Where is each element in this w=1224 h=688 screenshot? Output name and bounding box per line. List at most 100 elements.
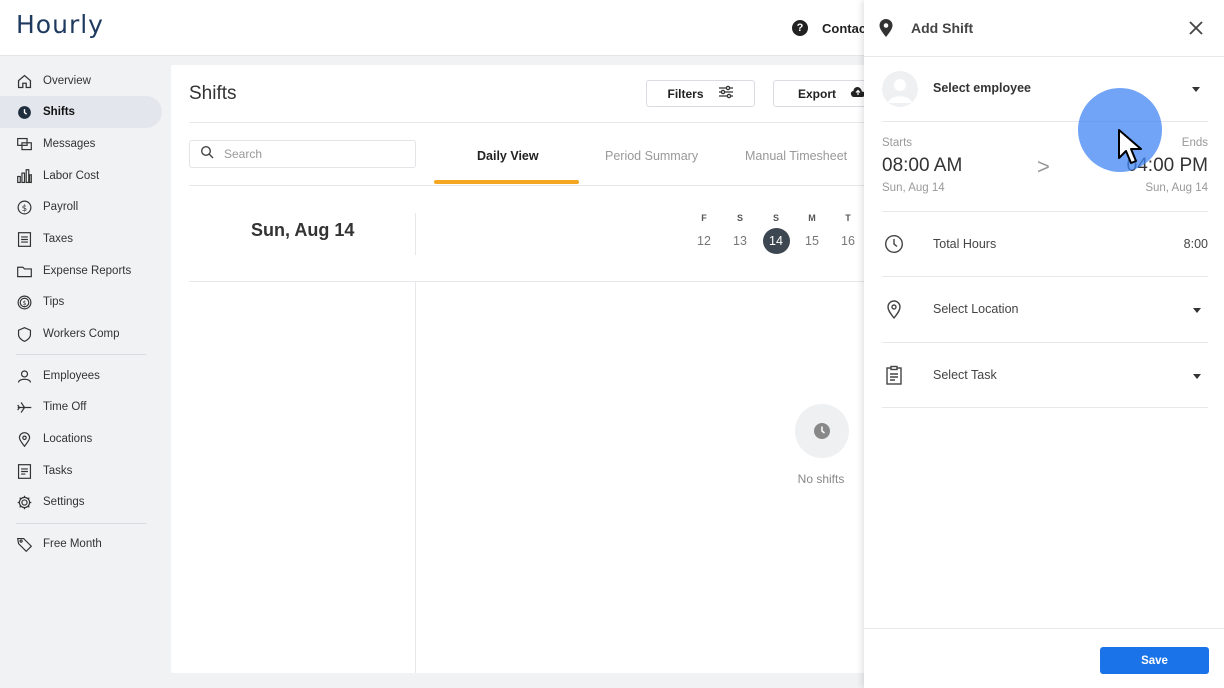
- sidebar-item-label: Messages: [43, 138, 96, 150]
- tabs-divider: [189, 185, 871, 186]
- sidebar-item-settings[interactable]: Settings: [0, 486, 162, 518]
- sliders-icon: [718, 85, 734, 102]
- chevron-down-icon: [1192, 87, 1200, 92]
- day-of-week: T: [845, 213, 851, 223]
- shifts-card: Shifts Filters Export Daily View Period …: [171, 65, 873, 673]
- sidebar-item-label: Locations: [43, 433, 93, 445]
- sidebar-item-expense-reports[interactable]: Expense Reports: [0, 255, 162, 287]
- task-select-label: Select Task: [933, 368, 997, 382]
- row-divider: [882, 407, 1208, 408]
- day-picker-item[interactable]: F 12: [690, 213, 718, 254]
- clipboard-icon: [884, 365, 904, 385]
- tab-daily-view[interactable]: Daily View: [477, 149, 539, 163]
- search-box[interactable]: [189, 140, 416, 168]
- sidebar-item-label: Time Off: [43, 401, 87, 413]
- date-separator: [415, 213, 416, 255]
- panel-header-divider: [864, 56, 1224, 57]
- sidebar-item-locations[interactable]: Locations: [0, 423, 162, 455]
- export-button[interactable]: Export: [773, 80, 873, 107]
- row-divider: [882, 342, 1208, 343]
- tab-manual-timesheet[interactable]: Manual Timesheet: [745, 149, 847, 163]
- sidebar-item-messages[interactable]: Messages: [0, 128, 162, 160]
- sidebar-item-labor-cost[interactable]: Labor Cost: [0, 160, 162, 192]
- search-icon: [200, 145, 214, 164]
- sidebar-item-label: Payroll: [43, 201, 79, 213]
- page-title: Shifts: [189, 83, 237, 104]
- mouse-cursor-icon: [1117, 128, 1143, 173]
- location-pin-icon: [884, 299, 904, 320]
- svg-text:$: $: [22, 203, 27, 213]
- column-separator: [415, 282, 416, 673]
- chevron-down-icon: [1193, 374, 1201, 379]
- day-picker-item[interactable]: T 16: [834, 213, 862, 254]
- sidebar-item-workers-comp[interactable]: Workers Comp: [0, 318, 162, 350]
- total-hours-value: 8:00: [1183, 237, 1208, 251]
- sidebar-item-label: Settings: [43, 496, 85, 508]
- sidebar-item-label: Taxes: [43, 233, 74, 245]
- total-hours-label: Total Hours: [933, 237, 997, 251]
- sidebar-item-label: Labor Cost: [43, 170, 100, 182]
- ends-label: Ends: [1181, 137, 1208, 149]
- folder-icon: [16, 263, 33, 280]
- day-number: 14: [762, 228, 790, 254]
- day-number: 12: [697, 234, 711, 248]
- chevron-down-icon: [1193, 308, 1201, 313]
- export-label: Export: [798, 86, 837, 101]
- day-number: 13: [733, 234, 747, 248]
- footer-divider: [864, 628, 1224, 629]
- row-divider: [882, 276, 1208, 277]
- document-icon: [16, 231, 33, 248]
- coin-icon: $: [16, 294, 33, 311]
- sidebar-item-label: Workers Comp: [43, 328, 120, 340]
- sidebar-item-label: Free Month: [43, 538, 102, 550]
- close-icon[interactable]: [1187, 19, 1205, 37]
- day-of-week: F: [701, 213, 707, 223]
- location-pin-icon: [878, 18, 894, 43]
- day-of-week: S: [772, 213, 779, 223]
- avatar: [882, 71, 918, 107]
- start-date[interactable]: Sun, Aug 14: [882, 182, 945, 194]
- tab-period-summary[interactable]: Period Summary: [605, 149, 698, 163]
- start-time[interactable]: 08:00 AM: [882, 155, 962, 177]
- day-of-week: S: [736, 213, 743, 223]
- day-number: 16: [841, 234, 855, 248]
- active-tab-indicator: [434, 180, 579, 184]
- day-picker-item-selected[interactable]: S 14: [762, 213, 790, 254]
- save-button[interactable]: Save: [1100, 647, 1209, 674]
- sidebar-item-tasks[interactable]: Tasks: [0, 455, 162, 487]
- svg-text:$: $: [23, 300, 27, 307]
- sidebar-divider: [16, 354, 146, 355]
- sidebar-item-tips[interactable]: $ Tips: [0, 286, 162, 318]
- end-date[interactable]: Sun, Aug 14: [1145, 182, 1208, 194]
- sidebar: Overview Shifts Messages Labor Cost $ Pa…: [0, 57, 170, 688]
- contact-link[interactable]: ? Contact: [792, 20, 870, 36]
- app-logo[interactable]: Hourly: [16, 10, 104, 39]
- panel-title: Add Shift: [911, 20, 974, 36]
- sidebar-item-shifts[interactable]: Shifts: [0, 96, 162, 128]
- filters-button[interactable]: Filters: [646, 80, 755, 107]
- sidebar-item-taxes[interactable]: Taxes: [0, 223, 162, 255]
- sidebar-item-label: Employees: [43, 370, 100, 382]
- messages-icon: [16, 136, 33, 153]
- clock-icon: [884, 234, 904, 254]
- sidebar-item-payroll[interactable]: $ Payroll: [0, 191, 162, 223]
- empty-state-clock-icon: [795, 404, 849, 458]
- day-picker-item[interactable]: M 15: [798, 213, 826, 254]
- day-picker-item[interactable]: S 13: [726, 213, 754, 254]
- sidebar-item-employees[interactable]: Employees: [0, 360, 162, 392]
- plane-icon: [16, 399, 33, 416]
- sidebar-item-free-month[interactable]: Free Month: [0, 528, 162, 560]
- empty-state-text: No shifts: [797, 472, 845, 486]
- sidebar-item-overview[interactable]: Overview: [0, 65, 162, 97]
- bar-chart-icon: [16, 168, 33, 185]
- sidebar-item-label: Expense Reports: [43, 265, 132, 277]
- header-divider: [189, 122, 871, 123]
- sidebar-item-time-off[interactable]: Time Off: [0, 391, 162, 423]
- sidebar-item-label: Tasks: [43, 465, 73, 477]
- clock-icon: [16, 104, 33, 121]
- arrow-right-icon: >: [1037, 154, 1050, 179]
- add-shift-panel: Add Shift Select employee Starts Ends 08…: [864, 0, 1224, 688]
- search-input[interactable]: [224, 147, 404, 161]
- sidebar-item-label: Shifts: [43, 106, 75, 118]
- help-icon: ?: [792, 20, 808, 36]
